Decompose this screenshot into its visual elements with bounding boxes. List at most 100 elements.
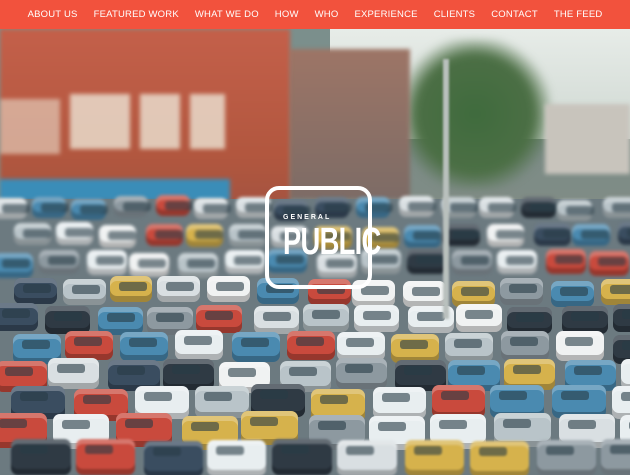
parked-car bbox=[11, 438, 71, 475]
parked-car bbox=[63, 279, 106, 306]
light-pole bbox=[443, 59, 449, 319]
parked-car bbox=[602, 197, 630, 219]
parked-car bbox=[404, 439, 464, 475]
parked-car bbox=[500, 331, 550, 361]
parked-car bbox=[335, 357, 387, 389]
parked-car bbox=[31, 197, 69, 219]
parked-car bbox=[562, 305, 608, 334]
parked-car bbox=[109, 276, 153, 303]
parked-car bbox=[431, 384, 486, 418]
hero-building-right bbox=[545, 104, 630, 174]
parked-car bbox=[303, 303, 349, 332]
hero-building-middle bbox=[290, 49, 410, 199]
parked-car bbox=[71, 199, 108, 221]
parked-car bbox=[600, 439, 630, 475]
parked-car bbox=[75, 439, 135, 475]
parked-car bbox=[479, 196, 516, 218]
hero-trees bbox=[400, 39, 550, 189]
parked-car bbox=[551, 385, 606, 418]
parked-car bbox=[618, 222, 630, 246]
parked-car bbox=[178, 253, 219, 278]
nav-contact[interactable]: CONTACT bbox=[491, 9, 538, 20]
general-public-logo[interactable]: GENERAL PUBLIC bbox=[265, 186, 381, 289]
parked-car bbox=[572, 223, 610, 247]
parked-car bbox=[196, 304, 242, 333]
parked-car bbox=[613, 303, 630, 332]
parked-car bbox=[451, 250, 492, 275]
parked-car bbox=[13, 222, 52, 246]
nav-what-we-do[interactable]: WHAT WE DO bbox=[195, 9, 259, 20]
parked-car bbox=[47, 358, 99, 390]
parked-car bbox=[533, 223, 571, 246]
nav-about-us[interactable]: ABOUT US bbox=[28, 9, 78, 20]
parked-car bbox=[456, 303, 502, 332]
parked-car bbox=[286, 330, 336, 360]
parked-car bbox=[120, 332, 169, 362]
parked-car bbox=[229, 224, 267, 247]
logo-line-public: PUBLIC bbox=[283, 221, 381, 263]
parked-car bbox=[500, 278, 544, 305]
parked-car bbox=[14, 277, 58, 304]
parked-car bbox=[194, 385, 249, 419]
building-window bbox=[70, 94, 130, 149]
parked-car bbox=[272, 438, 332, 475]
parked-car bbox=[551, 280, 595, 307]
parked-car bbox=[145, 223, 183, 247]
parked-car bbox=[44, 306, 91, 334]
parked-car bbox=[174, 330, 224, 360]
building-window bbox=[0, 99, 60, 154]
parked-car bbox=[113, 196, 151, 218]
parked-car bbox=[521, 196, 558, 218]
parked-car bbox=[155, 195, 193, 217]
building-window bbox=[190, 94, 225, 149]
parked-car bbox=[403, 225, 442, 248]
parked-car bbox=[231, 332, 280, 362]
parked-car bbox=[601, 279, 630, 306]
parked-car bbox=[143, 440, 204, 475]
parked-car bbox=[225, 249, 266, 275]
parked-car bbox=[337, 331, 386, 362]
nav-featured-work[interactable]: FEATURED WORK bbox=[94, 9, 179, 20]
parked-car bbox=[621, 358, 630, 390]
hero-image: GENERAL PUBLIC bbox=[0, 29, 630, 475]
parked-car bbox=[487, 223, 525, 247]
parked-car bbox=[497, 249, 538, 275]
nav-clients[interactable]: CLIENTS bbox=[434, 9, 476, 20]
main-nav: ABOUT US FEATURED WORK WHAT WE DO HOW WH… bbox=[0, 0, 630, 29]
nav-the-feed[interactable]: THE FEED bbox=[554, 9, 603, 20]
parked-car bbox=[206, 276, 250, 303]
parked-car bbox=[557, 199, 594, 221]
parked-car bbox=[0, 253, 33, 278]
parked-car bbox=[55, 222, 94, 246]
nav-experience[interactable]: EXPERIENCE bbox=[354, 9, 417, 20]
parked-car bbox=[128, 252, 169, 277]
parked-car bbox=[253, 306, 300, 334]
logo-line-general: GENERAL bbox=[283, 214, 332, 221]
parked-car bbox=[390, 333, 440, 364]
parked-car bbox=[372, 386, 427, 420]
parked-car bbox=[0, 303, 39, 332]
nav-how[interactable]: HOW bbox=[275, 9, 299, 20]
parked-car bbox=[337, 439, 397, 475]
parked-car bbox=[353, 304, 400, 333]
parked-car bbox=[38, 249, 79, 274]
parked-car bbox=[399, 196, 436, 218]
parked-car bbox=[407, 249, 448, 274]
nav-who[interactable]: WHO bbox=[315, 9, 339, 20]
parked-car bbox=[0, 197, 30, 219]
parked-car bbox=[206, 439, 266, 475]
parked-car bbox=[98, 225, 137, 249]
parked-car bbox=[193, 198, 231, 220]
parked-car bbox=[403, 280, 446, 307]
parked-car bbox=[87, 250, 128, 275]
parked-car bbox=[470, 440, 530, 475]
parked-car bbox=[588, 251, 629, 276]
parked-car bbox=[545, 249, 586, 274]
parked-car bbox=[64, 330, 114, 361]
parked-car bbox=[451, 280, 495, 307]
parked-car bbox=[444, 332, 493, 363]
parked-car bbox=[156, 276, 200, 303]
parked-car bbox=[555, 331, 605, 361]
parked-car bbox=[536, 439, 597, 475]
parked-car bbox=[186, 224, 224, 247]
